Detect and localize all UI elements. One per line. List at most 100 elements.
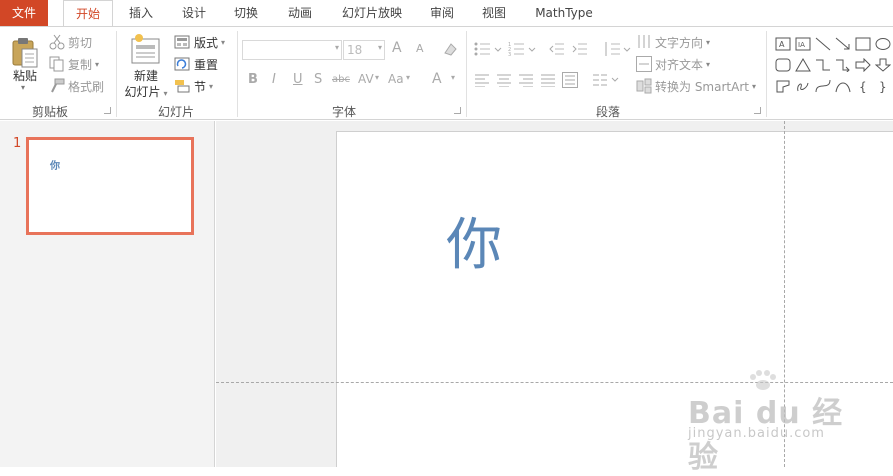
chevron-down-icon[interactable]: ▾ <box>406 73 410 82</box>
tab-slideshow[interactable]: 幻灯片放映 <box>332 0 412 26</box>
align-text-label: 对齐文本 <box>655 57 704 72</box>
tab-animations[interactable]: 动画 <box>278 0 322 26</box>
decrease-indent-icon[interactable] <box>549 41 565 57</box>
reset-icon <box>174 57 190 71</box>
copy-label: 复制 <box>68 57 93 72</box>
arrow-line-shape-icon[interactable] <box>835 37 851 51</box>
right-brace-shape-icon[interactable]: } <box>875 79 891 93</box>
change-case-icon[interactable]: Aa <box>388 72 404 86</box>
slide-text[interactable]: 你 <box>446 218 502 274</box>
reset-button[interactable]: 重置 <box>194 54 218 74</box>
chevron-down-icon: ▾ <box>334 43 339 52</box>
oval-shape-icon[interactable] <box>875 37 891 51</box>
svg-text:}: } <box>879 80 887 93</box>
justify-icon[interactable] <box>540 73 556 87</box>
tab-review[interactable]: 审阅 <box>420 0 464 26</box>
clipboard-launcher-icon[interactable] <box>104 107 111 114</box>
cut-icon <box>49 34 65 50</box>
tab-design[interactable]: 设计 <box>172 0 216 26</box>
increase-indent-icon[interactable] <box>572 41 588 57</box>
tab-view[interactable]: 视图 <box>472 0 516 26</box>
bold-icon[interactable]: B <box>248 72 258 87</box>
paste-button[interactable]: 粘贴 <box>10 67 40 84</box>
tab-file[interactable]: 文件 <box>0 0 48 26</box>
font-size-value: 18 <box>347 43 363 57</box>
align-right-icon[interactable] <box>518 73 534 87</box>
tab-home[interactable]: 开始 <box>63 0 113 27</box>
new-slide-dropdown-icon[interactable]: ▾ <box>164 89 168 98</box>
new-slide-icon[interactable] <box>131 33 161 67</box>
textbox-shape-icon[interactable]: A <box>775 37 791 51</box>
align-center-icon[interactable] <box>496 73 512 87</box>
text-direction-dropdown-icon[interactable]: ▾ <box>706 38 710 47</box>
font-group-label: 字体 <box>332 105 357 119</box>
tab-transitions[interactable]: 切换 <box>224 0 268 26</box>
line-shape-icon[interactable] <box>815 37 831 51</box>
char-spacing-icon[interactable]: AV <box>358 72 374 86</box>
triangle-shape-icon[interactable] <box>795 58 811 72</box>
chevron-down-icon[interactable]: ▾ <box>375 73 379 82</box>
format-painter-button[interactable]: 格式刷 <box>68 76 104 96</box>
curved-connector-shape-icon[interactable] <box>815 79 831 93</box>
section-icon <box>175 80 190 93</box>
rectangle-shape-icon[interactable] <box>855 37 871 51</box>
elbow-arrow-shape-icon[interactable] <box>835 58 851 72</box>
smartart-label: 转换为 SmartArt <box>655 79 749 94</box>
shrink-font-icon[interactable]: A <box>416 42 424 55</box>
smartart-dropdown-icon[interactable]: ▾ <box>752 82 756 91</box>
grow-font-icon[interactable]: A <box>392 40 402 56</box>
left-brace-shape-icon[interactable]: { <box>855 79 871 93</box>
scribble-shape-icon[interactable] <box>795 79 811 93</box>
cut-button[interactable]: 剪切 <box>68 32 92 52</box>
svg-text:{: { <box>859 80 867 93</box>
bullets-icon[interactable] <box>474 41 502 57</box>
chevron-down-icon[interactable]: ▾ <box>451 73 455 82</box>
paragraph-launcher-icon[interactable] <box>754 107 761 114</box>
underline-icon[interactable]: U <box>293 72 303 87</box>
rounded-rect-shape-icon[interactable] <box>775 58 791 72</box>
paste-dropdown-icon[interactable]: ▾ <box>21 83 25 92</box>
font-size-select[interactable]: 18 ▾ <box>343 40 385 60</box>
arc-shape-icon[interactable] <box>835 79 851 93</box>
copy-dropdown-icon[interactable]: ▾ <box>95 60 99 69</box>
vertical-textbox-shape-icon[interactable]: IA <box>795 37 811 51</box>
section-dropdown-icon[interactable]: ▾ <box>209 82 213 91</box>
section-button[interactable]: 节 ▾ <box>194 76 213 96</box>
layout-dropdown-icon[interactable]: ▾ <box>221 38 225 47</box>
strikethrough-icon[interactable]: abc <box>332 74 350 85</box>
align-left-icon[interactable] <box>474 73 490 87</box>
line-spacing-icon[interactable] <box>603 40 631 58</box>
distributed-icon[interactable] <box>562 72 578 88</box>
tab-mathtype[interactable]: MathType <box>528 0 600 26</box>
smartart-button[interactable]: 转换为 SmartArt ▾ <box>655 76 756 96</box>
font-color-icon[interactable]: A <box>432 71 442 87</box>
layout-button[interactable]: 版式 ▾ <box>194 32 225 52</box>
copy-icon <box>49 56 64 72</box>
clear-format-icon[interactable] <box>442 41 458 57</box>
tab-insert[interactable]: 插入 <box>118 0 164 26</box>
align-text-dropdown-icon[interactable]: ▾ <box>706 60 710 69</box>
align-text-button[interactable]: 对齐文本 ▾ <box>655 54 710 74</box>
paste-icon[interactable] <box>10 37 40 69</box>
slide-number: 1 <box>13 136 22 151</box>
freeform-shape-icon[interactable] <box>775 79 791 93</box>
new-slide-label-2: 幻灯片 <box>124 85 161 99</box>
numbering-icon[interactable]: 1 2 3 <box>508 41 536 57</box>
text-direction-button[interactable]: 文字方向 ▾ <box>655 32 710 52</box>
paragraph-group-label: 段落 <box>596 105 621 119</box>
font-name-select[interactable]: ▾ <box>242 40 342 60</box>
shadow-icon[interactable]: S <box>314 72 322 87</box>
down-arrow-shape-icon[interactable] <box>875 58 891 72</box>
columns-icon[interactable] <box>592 73 620 87</box>
new-slide-button[interactable]: 幻灯片 ▾ <box>120 83 172 100</box>
separator <box>237 31 238 117</box>
new-slide-label-1[interactable]: 新建 <box>126 67 166 84</box>
clipboard-group-label: 剪贴板 <box>32 105 69 119</box>
italic-icon[interactable]: I <box>272 72 276 87</box>
elbow-connector-shape-icon[interactable] <box>815 58 831 72</box>
copy-button[interactable]: 复制 ▾ <box>68 54 99 74</box>
font-launcher-icon[interactable] <box>454 107 461 114</box>
slide-thumbnail[interactable]: 你 <box>26 137 194 235</box>
right-arrow-shape-icon[interactable] <box>855 58 871 72</box>
separator <box>116 31 117 117</box>
